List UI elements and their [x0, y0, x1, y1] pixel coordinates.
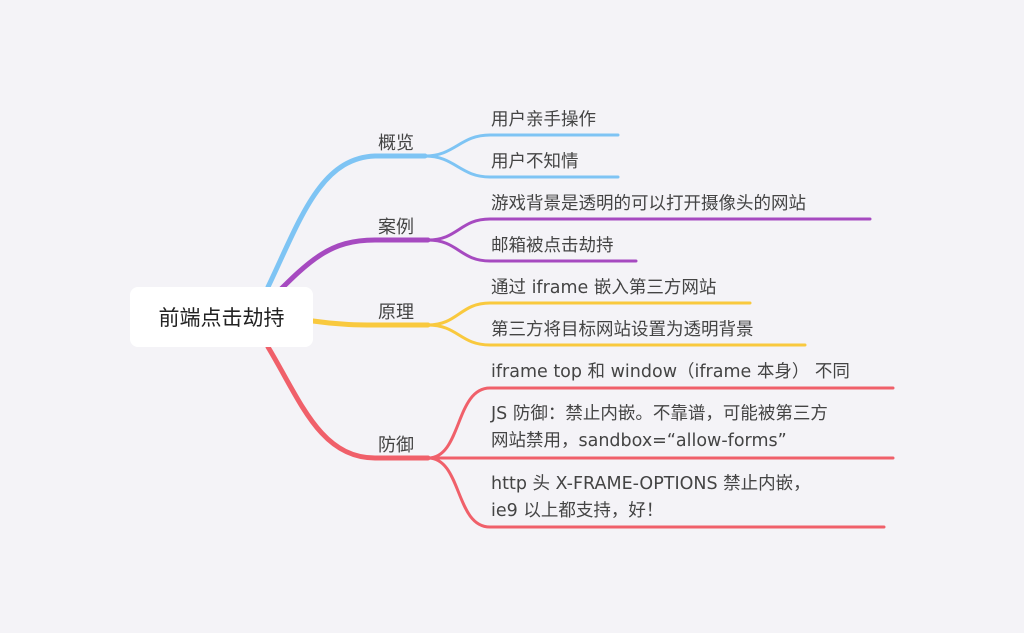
leaf-defense-3[interactable]: http 头 X-FRAME-OPTIONS 禁止内嵌， ie9 以上都支持，好…	[491, 471, 811, 525]
leaf-defense-3-line-1: http 头 X-FRAME-OPTIONS 禁止内嵌，	[491, 474, 811, 494]
mind-map-canvas: 前端点击劫持 概览 案例 原理 防御 用户亲手操作 用户不知情 游戏背景是透明的…	[0, 0, 1024, 633]
leaf-principle-1[interactable]: 通过 iframe 嵌入第三方网站	[491, 275, 716, 302]
leaf-overview-2[interactable]: 用户不知情	[491, 149, 579, 176]
branch-principle[interactable]: 原理	[378, 298, 414, 324]
leaf-defense-2[interactable]: JS 防御：禁止内嵌。不靠谱，可能被第三方 网站禁用，sandbox=“allo…	[491, 401, 828, 455]
leaf-defense-2-line-1: JS 防御：禁止内嵌。不靠谱，可能被第三方	[491, 404, 828, 424]
leaf-defense-3-line-2: ie9 以上都支持，好！	[491, 501, 664, 521]
branch-cases[interactable]: 案例	[378, 213, 414, 239]
branch-defense[interactable]: 防御	[378, 431, 414, 457]
leaf-cases-1[interactable]: 游戏背景是透明的可以打开摄像头的网站	[491, 191, 806, 218]
leaf-overview-1[interactable]: 用户亲手操作	[491, 107, 596, 134]
branch-overview[interactable]: 概览	[378, 129, 414, 155]
leaf-defense-1[interactable]: iframe top 和 window（iframe 本身） 不同	[491, 359, 850, 386]
leaf-principle-2[interactable]: 第三方将目标网站设置为透明背景	[491, 317, 754, 344]
leaf-cases-2[interactable]: 邮箱被点击劫持	[491, 233, 614, 260]
leaf-defense-2-line-2: 网站禁用，sandbox=“allow-forms”	[491, 431, 787, 451]
root-node[interactable]: 前端点击劫持	[130, 287, 313, 347]
